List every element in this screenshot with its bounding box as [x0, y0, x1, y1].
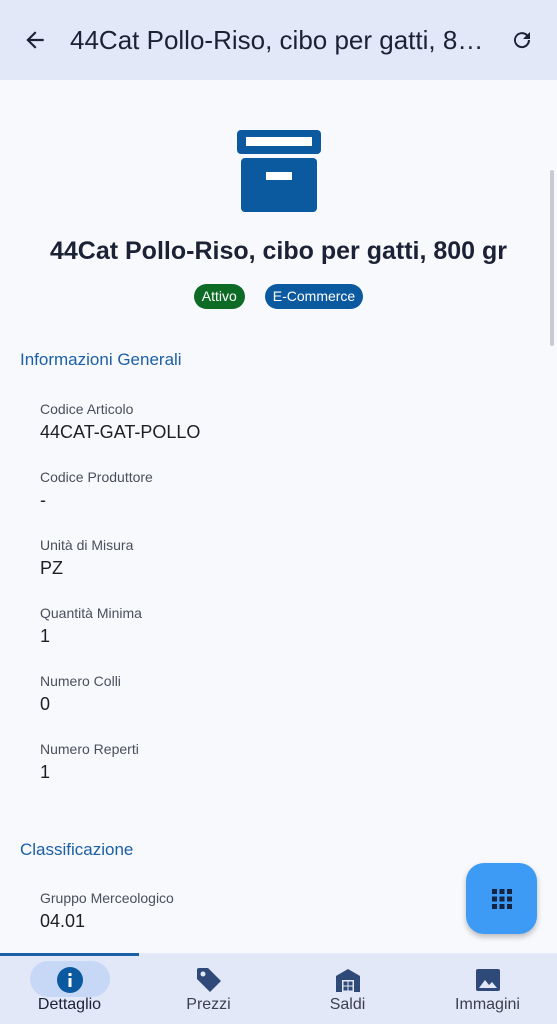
bottom-navigation: Dettaglio Prezzi Saldi Immagini — [0, 953, 557, 1024]
status-badge-ecommerce: E-Commerce — [264, 284, 364, 309]
field-numero-colli: Numero Colli 0 — [40, 673, 121, 715]
field-label: Codice Produttore — [40, 469, 153, 485]
field-value: 1 — [40, 626, 51, 646]
section-title-general: Informazioni Generali — [20, 350, 182, 369]
field-value: 1 — [40, 762, 51, 782]
field-label: Codice Articolo — [40, 401, 134, 417]
field-unita-misura: Unità di Misura PZ — [40, 537, 133, 579]
section-title-classification: Classificazione — [20, 840, 134, 859]
field-codice-articolo: Codice Articolo 44CAT-GAT-POLLO — [40, 401, 200, 443]
nav-item-dettaglio[interactable]: Dettaglio — [0, 953, 139, 1024]
grid-menu-button[interactable] — [466, 863, 537, 934]
field-numero-reperti: Numero Reperti 1 — [40, 741, 139, 783]
field-label: Quantità Minima — [40, 605, 142, 621]
top-app-bar: 44Cat Pollo-Riso, cibo per gatti, 800 gr — [0, 0, 557, 80]
tag-icon — [197, 968, 221, 992]
refresh-icon — [514, 32, 531, 49]
info-icon — [57, 967, 83, 993]
field-quantita-minima: Quantità Minima 1 — [40, 605, 142, 647]
status-chips: Attivo E-Commerce — [0, 284, 557, 309]
nav-label: Saldi — [329, 996, 366, 1013]
nav-label: Immagini — [455, 996, 520, 1013]
nav-item-saldi[interactable]: Saldi — [278, 953, 417, 1024]
field-codice-produttore: Codice Produttore - — [40, 469, 153, 511]
nav-item-prezzi[interactable]: Prezzi — [139, 953, 278, 1024]
status-badge-active: Attivo — [193, 284, 245, 309]
arrow-left-icon — [26, 31, 44, 49]
field-value: - — [40, 490, 46, 510]
nav-label: Dettaglio — [37, 996, 102, 1013]
field-value: PZ — [40, 558, 64, 578]
nav-item-immagini[interactable]: Immagini — [418, 953, 557, 1024]
product-name: 44Cat Pollo-Riso, cibo per gatti, 800 gr — [49, 237, 508, 265]
field-label: Unità di Misura — [40, 537, 134, 553]
field-value: 04.01 — [40, 911, 86, 931]
back-button[interactable] — [10, 15, 60, 65]
field-value: 44CAT-GAT-POLLO — [40, 422, 201, 442]
field-gruppo-merceologico: Gruppo Merceologico 04.01 — [40, 890, 174, 932]
grid-icon — [491, 888, 512, 909]
field-label: Gruppo Merceologico — [40, 890, 174, 906]
detail-content[interactable]: 44Cat Pollo-Riso, cibo per gatti, 800 gr… — [0, 80, 557, 953]
nav-label: Prezzi — [186, 996, 231, 1013]
archive-box-icon — [237, 130, 321, 212]
image-icon — [476, 969, 500, 991]
refresh-button[interactable] — [497, 15, 547, 65]
page-title: 44Cat Pollo-Riso, cibo per gatti, 800 gr — [70, 24, 490, 55]
field-value: 0 — [40, 694, 51, 714]
warehouse-icon — [336, 969, 360, 992]
field-label: Numero Reperti — [40, 741, 139, 757]
field-label: Numero Colli — [40, 673, 121, 689]
